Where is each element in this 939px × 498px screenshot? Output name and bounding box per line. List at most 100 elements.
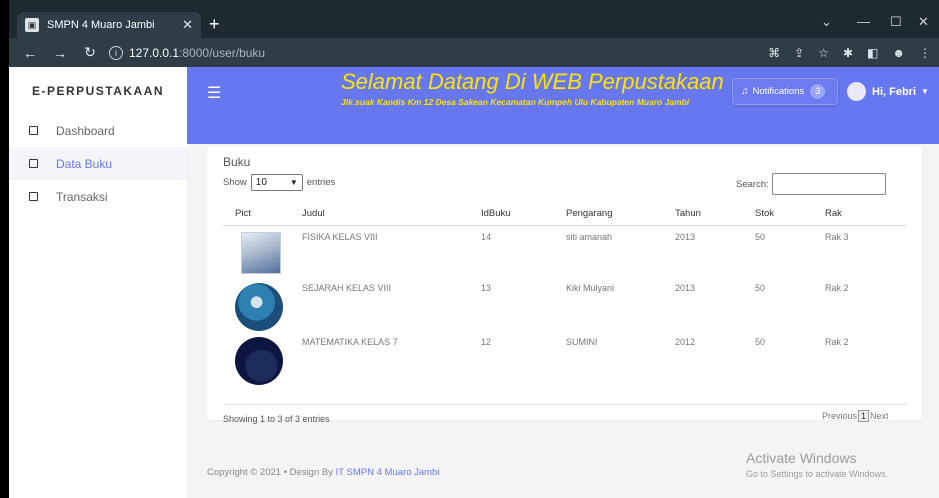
tahun-cell: 2013 xyxy=(675,283,696,293)
back-icon[interactable]: ← xyxy=(21,45,39,61)
tahun-cell: 2012 xyxy=(675,337,696,347)
cover-cell xyxy=(223,225,302,277)
sidebar-item-data-buku[interactable]: Data Buku xyxy=(9,147,187,180)
sidebar-item-label: Transaksi xyxy=(56,189,108,204)
rak-cell: Rak 2 xyxy=(825,283,849,293)
entries-select[interactable]: 10 ▼ xyxy=(250,174,303,191)
book-cover-image xyxy=(241,231,281,274)
new-tab-button[interactable]: + xyxy=(209,14,220,35)
forward-icon[interactable]: → xyxy=(51,45,69,61)
site-favicon-icon: ▣ xyxy=(25,18,39,32)
tab-search-icon[interactable]: ⌄ xyxy=(821,14,832,30)
footer-copyright: Copyright © 2021 • Design By IT SMPN 4 M… xyxy=(207,467,439,478)
column-header-pengarang[interactable]: Pengarang xyxy=(566,202,675,226)
extensions-icon[interactable]: ✱ xyxy=(843,46,853,60)
pagination: Previous 1 Next xyxy=(822,410,889,422)
menu-icon[interactable]: ⋮ xyxy=(919,46,931,60)
pengarang-cell: Kiki Mulyani xyxy=(566,283,615,293)
avatar xyxy=(847,82,866,101)
column-header-idbuku[interactable]: IdBuku xyxy=(481,202,566,226)
entries-label: entries xyxy=(306,177,336,188)
url-host: 127.0.0.1 xyxy=(129,45,180,60)
previous-button[interactable]: Previous xyxy=(822,411,857,421)
book-cover-image xyxy=(235,337,283,385)
search-control: Search: xyxy=(736,173,886,195)
sidebar-item-label: Data Buku xyxy=(56,156,113,171)
stok-cell: 50 xyxy=(755,337,766,347)
reload-icon[interactable]: ↻ xyxy=(81,44,99,61)
book-cover-image xyxy=(235,283,283,331)
user-menu[interactable]: Hi, Febri ▼ xyxy=(847,82,929,101)
browser-tab[interactable]: ▣ SMPN 4 Muaro Jambi ✕ xyxy=(17,12,201,38)
table-row: MATEMATIKA KELAS 7 12 SUMINI 2012 50 Rak… xyxy=(223,331,906,385)
show-label: Show xyxy=(223,177,247,188)
bell-icon: ♫ xyxy=(741,86,749,97)
books-table: Pict Judul IdBuku Pengarang Tahun Stok R… xyxy=(223,202,906,385)
square-icon xyxy=(29,159,38,168)
school-address: Jlk.suak Kandis Km 12 Desa Sakean Kecama… xyxy=(341,97,690,107)
share-icon[interactable]: ⇪ xyxy=(794,46,804,60)
judul-cell: FISIKA KELAS VIII xyxy=(302,231,378,242)
toolbar-actions: ⌘ ⇪ ☆ ✱ ◧ ☻ ⋮ xyxy=(768,46,931,60)
next-button[interactable]: Next xyxy=(870,411,889,421)
card-title: Buku xyxy=(223,155,251,169)
search-label: Search: xyxy=(736,178,769,190)
square-icon xyxy=(29,192,38,201)
rak-cell: Rak 3 xyxy=(825,231,849,242)
hamburger-menu-icon[interactable]: ☰ xyxy=(207,83,221,103)
copyright-text: Copyright © 2021 • Design By xyxy=(207,467,336,478)
column-header-stok[interactable]: Stok xyxy=(755,202,825,226)
table-header-row: Pict Judul IdBuku Pengarang Tahun Stok R… xyxy=(223,202,906,226)
sidebar-icon[interactable]: ◧ xyxy=(867,46,878,60)
brand-title[interactable]: E-PERPUSTAKAAN xyxy=(9,67,187,114)
profile-icon[interactable]: ☻ xyxy=(892,46,905,60)
maximize-button[interactable]: ☐ xyxy=(890,14,902,30)
tab-strip: ▣ SMPN 4 Muaro Jambi ✕ + ⌄ — ☐ ✕ xyxy=(9,8,939,38)
minimize-button[interactable]: — xyxy=(857,14,870,29)
notifications-label: Notifications xyxy=(752,86,805,97)
caret-down-icon: ▼ xyxy=(921,87,929,96)
stok-cell: 50 xyxy=(755,231,766,242)
activate-windows-watermark: Activate Windows Go to Settings to activ… xyxy=(746,450,888,479)
star-icon[interactable]: ☆ xyxy=(818,46,829,60)
column-header-pict[interactable]: Pict xyxy=(223,202,302,226)
pengarang-cell: SUMINI xyxy=(566,337,598,347)
url-path: :8000/user/buku xyxy=(179,45,266,60)
tahun-cell: 2013 xyxy=(675,231,696,242)
close-tab-icon[interactable]: ✕ xyxy=(182,17,193,33)
tab-title: SMPN 4 Muaro Jambi xyxy=(47,19,155,31)
books-card: Buku Show 10 ▼ entries Search: Pict Judu… xyxy=(207,147,922,424)
judul-cell: MATEMATIKA KELAS 7 xyxy=(302,337,398,347)
sidebar-item-dashboard[interactable]: Dashboard xyxy=(9,114,187,147)
sidebar-item-label: Dashboard xyxy=(56,123,115,138)
address-bar[interactable]: i 127.0.0.1 :8000/user/buku xyxy=(109,45,266,60)
entries-length-control: Show 10 ▼ entries xyxy=(223,174,335,191)
sidebar-item-transaksi[interactable]: Transaksi xyxy=(9,180,187,213)
column-header-tahun[interactable]: Tahun xyxy=(675,202,755,226)
page: E-PERPUSTAKAAN Dashboard Data Buku Trans… xyxy=(9,67,939,498)
square-icon xyxy=(29,126,38,135)
top-header: ☰ Selamat Datang Di WEB Perpustakaan SMP… xyxy=(187,67,939,144)
chevron-down-icon: ▼ xyxy=(289,178,298,187)
browser-toolbar: ← → ↻ i 127.0.0.1 :8000/user/buku ⌘ ⇪ ☆ … xyxy=(9,38,939,67)
judul-cell: SEJARAH KELAS VIII xyxy=(302,283,392,293)
translate-icon[interactable]: ⌘ xyxy=(768,46,780,60)
cover-cell xyxy=(223,277,302,331)
notifications-button[interactable]: ♫ Notifications 3 xyxy=(732,78,838,105)
column-header-rak[interactable]: Rak xyxy=(825,202,906,226)
table-divider xyxy=(223,404,906,405)
page-1-button[interactable]: 1 xyxy=(858,410,870,422)
stok-cell: 50 xyxy=(755,283,766,293)
idbuku-cell: 14 xyxy=(481,231,492,242)
cover-cell xyxy=(223,331,302,385)
browser-chrome: ▣ SMPN 4 Muaro Jambi ✕ + ⌄ — ☐ ✕ ← → ↻ i… xyxy=(9,0,939,67)
rak-cell: Rak 2 xyxy=(825,337,849,347)
table-info: Showing 1 to 3 of 3 entries xyxy=(223,414,330,424)
site-info-icon[interactable]: i xyxy=(109,45,123,60)
search-input[interactable] xyxy=(771,173,886,195)
notifications-count-badge: 3 xyxy=(810,84,826,99)
column-header-judul[interactable]: Judul xyxy=(302,202,481,226)
close-window-button[interactable]: ✕ xyxy=(918,14,929,30)
footer-link[interactable]: IT SMPN 4 Muaro Jambi xyxy=(336,467,440,478)
entries-select-value: 10 xyxy=(255,177,267,188)
